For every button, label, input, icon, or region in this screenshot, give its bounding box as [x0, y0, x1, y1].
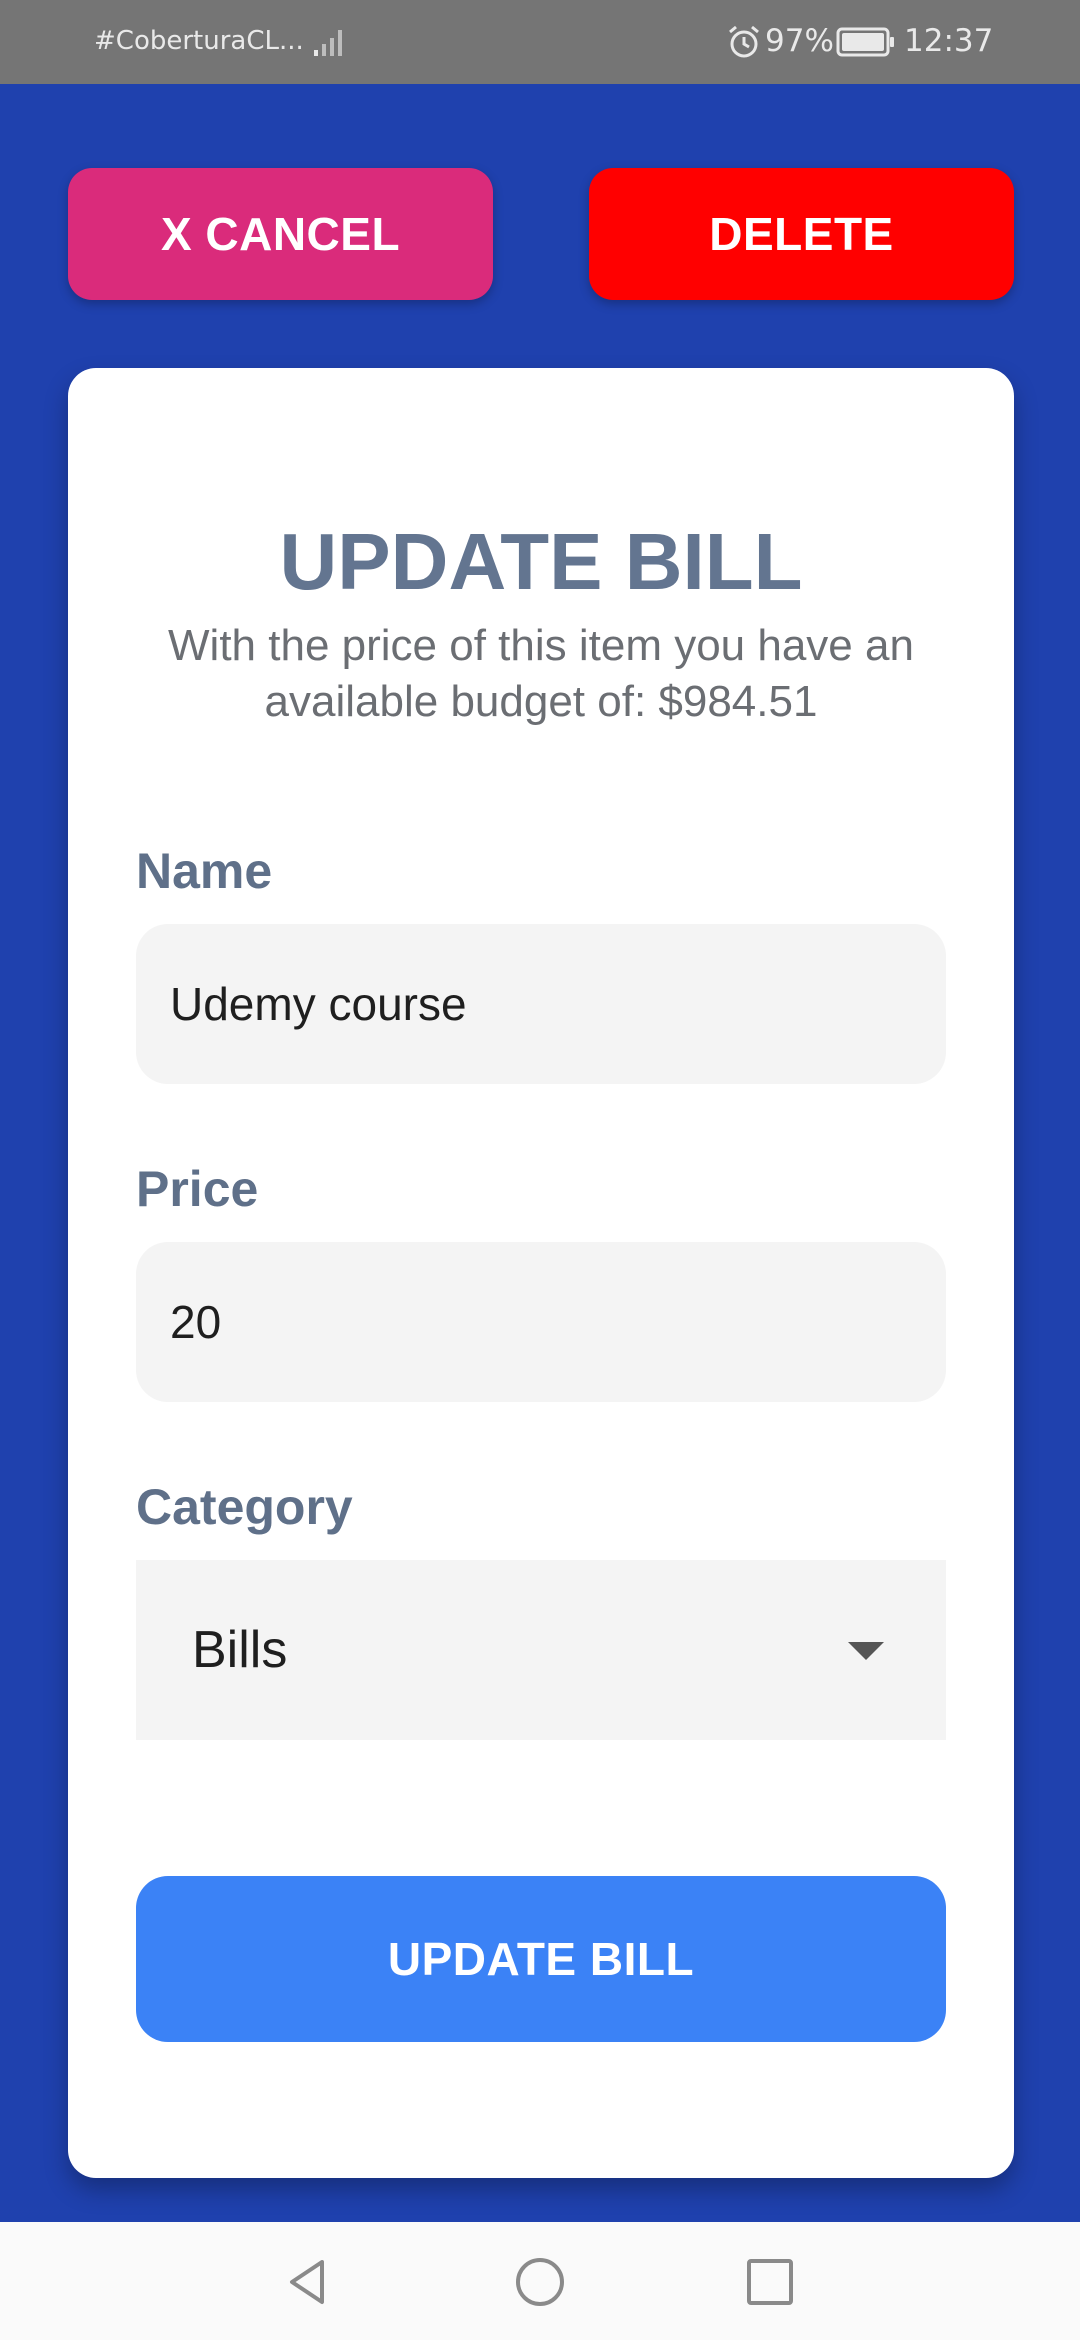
clock: 12:37: [904, 23, 994, 59]
status-bar: #CoberturaCL... 97% 12:37: [0, 0, 1080, 84]
home-icon[interactable]: [514, 2256, 566, 2308]
name-field[interactable]: Udemy course: [136, 924, 946, 1084]
dropdown-arrow-icon: [848, 1642, 884, 1660]
cancel-button[interactable]: X CANCEL: [68, 168, 493, 300]
name-label: Name: [136, 843, 273, 899]
recents-icon[interactable]: [744, 2256, 796, 2308]
alarm-icon: [729, 25, 759, 58]
form-title: UPDATE BILL: [279, 517, 803, 606]
update-bill-button[interactable]: UPDATE BILL: [136, 1876, 946, 2042]
update-bill-card: UPDATE BILL With the price of this item …: [68, 368, 1014, 2178]
delete-button[interactable]: DELETE: [589, 168, 1014, 300]
price-label: Price: [136, 1161, 259, 1217]
category-label: Category: [136, 1479, 353, 1535]
category-select[interactable]: Bills: [136, 1560, 946, 1740]
budget-message: With the price of this item you have an …: [168, 621, 914, 726]
navigation-bar: [0, 2222, 1080, 2340]
category-value: Bills: [192, 1621, 288, 1679]
battery-icon: [836, 27, 894, 57]
battery-percent: 97%: [765, 23, 834, 59]
carrier-name: #CoberturaCL...: [94, 26, 304, 56]
signal-icon: [314, 30, 342, 56]
screen: #CoberturaCL... 97% 12:37 X CANCEL DELET…: [0, 0, 1080, 2340]
price-field[interactable]: 20: [136, 1242, 946, 1402]
back-icon[interactable]: [282, 2256, 334, 2308]
